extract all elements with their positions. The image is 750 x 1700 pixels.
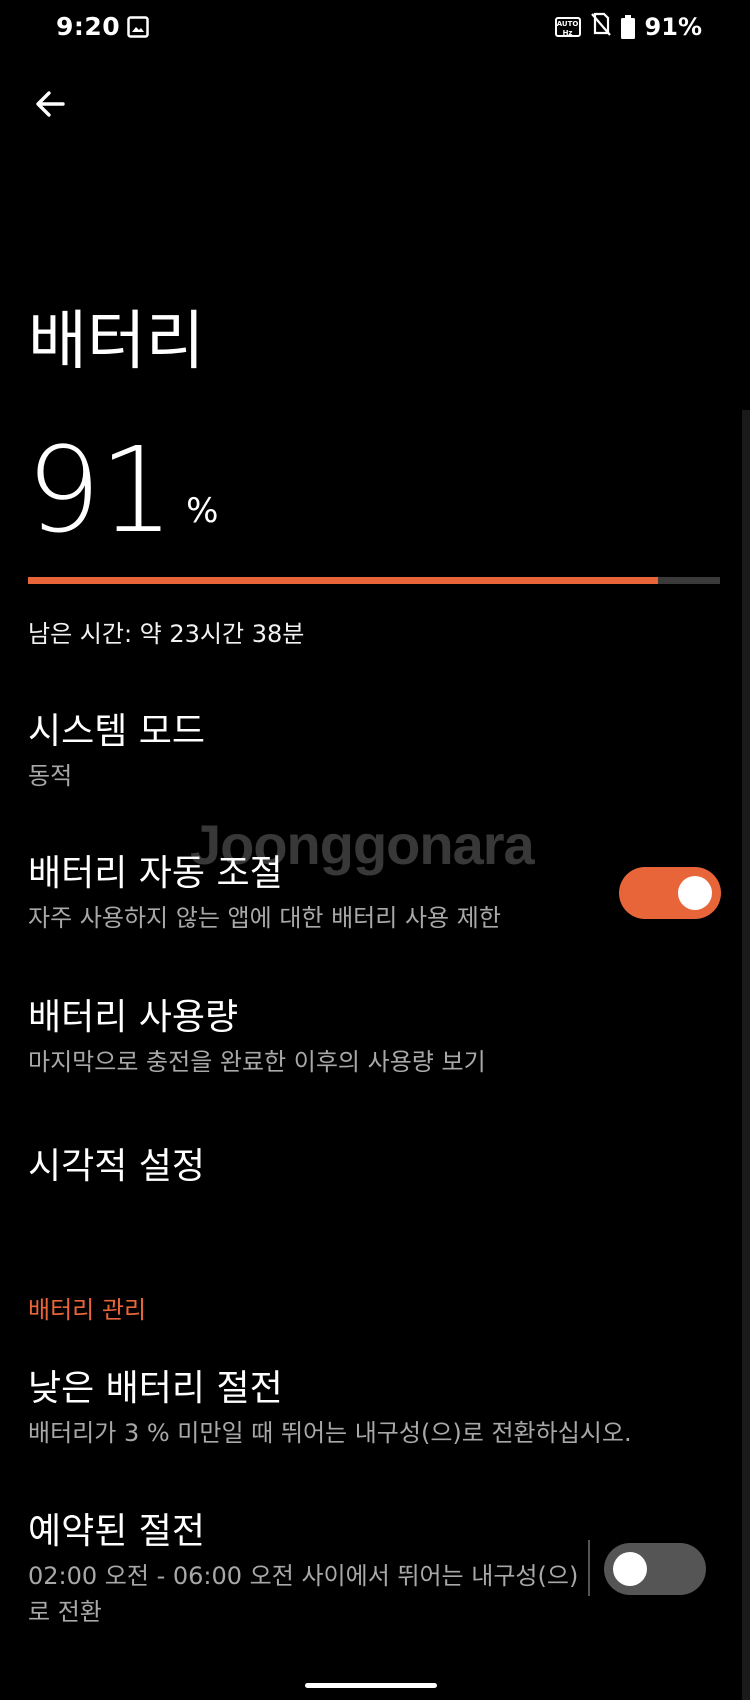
- back-arrow-icon: [36, 91, 65, 117]
- page-title: 배터리: [28, 305, 205, 379]
- visual-settings-title: 시각적 설정: [28, 1146, 206, 1187]
- system-mode-item[interactable]: 시스템 모드 동적: [28, 710, 588, 794]
- battery-level: 91 %: [26, 421, 219, 559]
- adaptive-battery-toggle[interactable]: [619, 867, 721, 919]
- remaining-time: 남은 시간: 약 23시간 38분: [28, 620, 305, 648]
- battery-level-unit: %: [186, 491, 219, 531]
- scheduled-saver-item[interactable]: 예약된 절전 02:00 오전 - 06:00 오전 사이에서 뛰어는 내구성(…: [28, 1510, 583, 1630]
- system-mode-value: 동적: [28, 762, 73, 790]
- status-bar: 9:20 AUTO Hz 91%: [0, 0, 750, 56]
- battery-icon: [620, 15, 635, 39]
- scrollbar[interactable]: [742, 410, 750, 1700]
- toggle-knob: [613, 1552, 647, 1586]
- visual-settings-item[interactable]: 시각적 설정: [28, 1145, 588, 1189]
- adaptive-battery-subtitle: 자주 사용하지 않는 앱에 대한 배터리 사용 제한: [28, 904, 501, 932]
- status-time: 9:20: [56, 12, 121, 41]
- battery-progress-fill: [28, 577, 658, 584]
- status-battery-percent: 91%: [644, 13, 702, 41]
- scheduled-saver-subtitle: 02:00 오전 - 06:00 오전 사이에서 뛰어는 내구성(으)로 전환: [28, 1562, 579, 1626]
- divider: [588, 1540, 590, 1596]
- scheduled-saver-toggle[interactable]: [604, 1543, 706, 1595]
- battery-level-value: 91: [26, 421, 174, 559]
- low-battery-saver-subtitle: 배터리가 3 % 미만일 때 뛰어는 내구성(으)로 전환하십시오.: [28, 1419, 632, 1447]
- battery-usage-subtitle: 마지막으로 충전을 완료한 이후의 사용량 보기: [28, 1048, 486, 1076]
- battery-progress-bar: [28, 577, 720, 584]
- low-battery-saver-title: 낮은 배터리 절전: [28, 1368, 283, 1409]
- toggle-knob: [678, 876, 712, 910]
- status-icons: AUTO Hz 91%: [554, 12, 702, 42]
- low-battery-saver-item[interactable]: 낮은 배터리 절전 배터리가 3 % 미만일 때 뛰어는 내구성(으)로 전환하…: [28, 1367, 718, 1451]
- back-button[interactable]: [26, 80, 74, 128]
- home-indicator[interactable]: [305, 1683, 437, 1688]
- no-sim-icon: [590, 12, 611, 42]
- adaptive-battery-item[interactable]: 배터리 자동 조절 자주 사용하지 않는 앱에 대한 배터리 사용 제한: [28, 852, 588, 936]
- system-mode-title: 시스템 모드: [28, 711, 206, 752]
- adaptive-battery-title: 배터리 자동 조절: [28, 853, 283, 894]
- auto-hz-icon: AUTO Hz: [554, 17, 581, 37]
- section-header-battery-management: 배터리 관리: [28, 1296, 147, 1324]
- battery-usage-item[interactable]: 배터리 사용량 마지막으로 충전을 완료한 이후의 사용량 보기: [28, 996, 588, 1080]
- battery-usage-title: 배터리 사용량: [28, 997, 239, 1038]
- photo-icon: [127, 16, 149, 38]
- scheduled-saver-title: 예약된 절전: [28, 1511, 206, 1552]
